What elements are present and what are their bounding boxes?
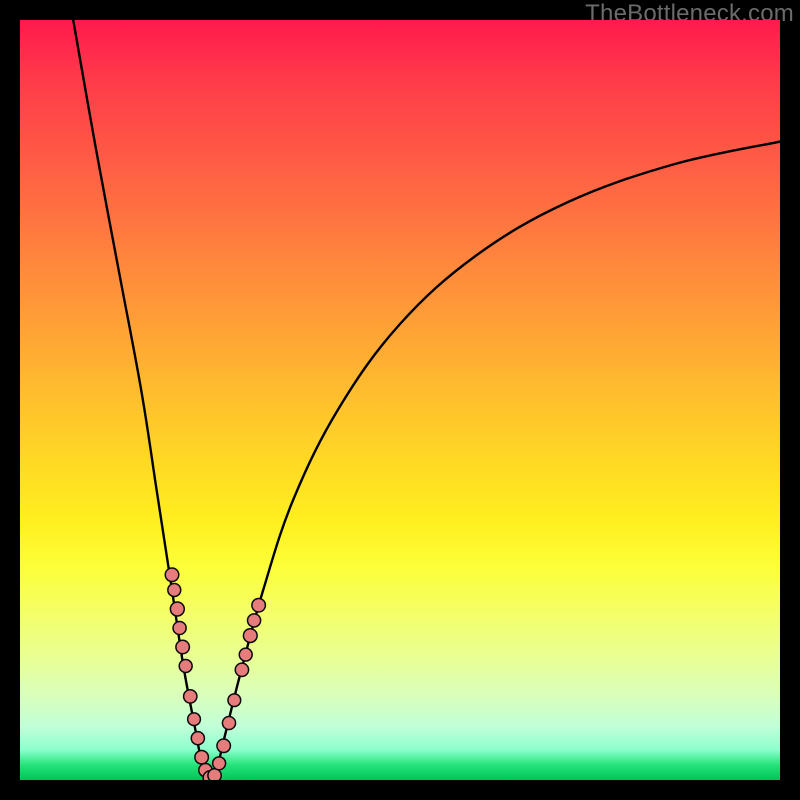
data-point — [235, 663, 248, 676]
data-point — [228, 694, 241, 707]
data-point — [195, 750, 209, 764]
chart-frame — [20, 20, 780, 780]
data-point — [188, 713, 201, 726]
data-point — [170, 602, 184, 616]
curve-right-branch — [210, 142, 780, 780]
data-point — [165, 568, 179, 582]
data-point — [222, 716, 235, 729]
bottleneck-curve-plot — [20, 20, 780, 780]
data-point — [252, 598, 266, 612]
data-point — [173, 621, 186, 634]
data-point — [191, 732, 204, 745]
data-point — [217, 739, 231, 753]
data-point — [239, 648, 252, 661]
data-point — [179, 660, 192, 673]
data-points-group — [165, 568, 265, 780]
data-point — [248, 614, 261, 627]
data-point — [168, 584, 181, 597]
data-point — [176, 640, 190, 654]
data-point — [184, 690, 197, 703]
data-point — [213, 757, 226, 770]
data-point — [243, 629, 257, 643]
